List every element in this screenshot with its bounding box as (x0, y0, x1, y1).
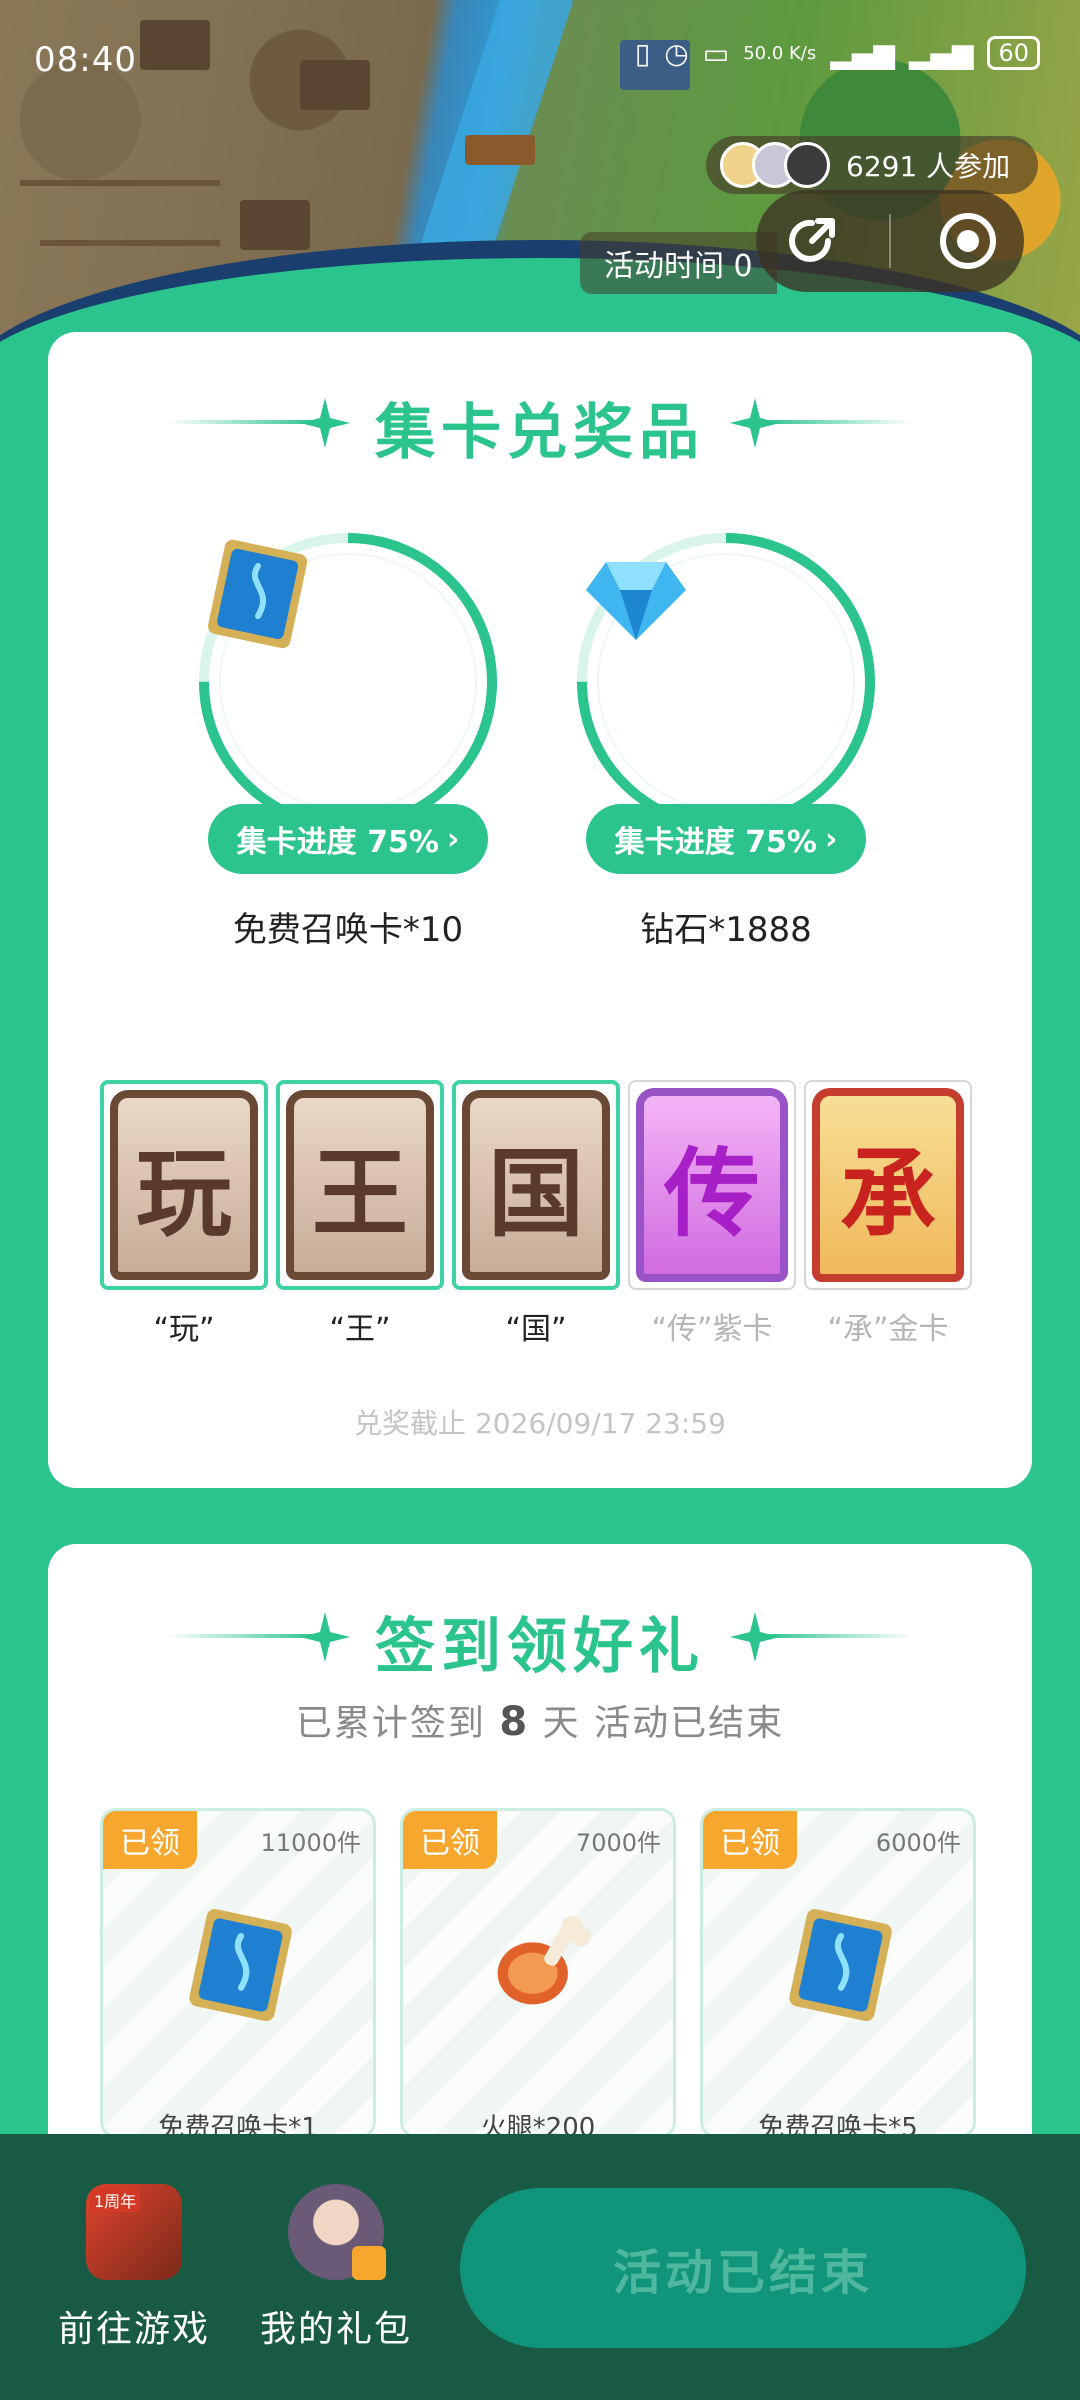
char-card-face: 国 (462, 1090, 610, 1280)
char-card-face: 王 (286, 1090, 434, 1280)
banner-hut (140, 20, 210, 70)
collect-card-section: 集卡兑奖品 集卡进度 75% › 免费召唤卡*10 集卡进度 75% › 钻石*… (48, 332, 1032, 1488)
progress-label: 集卡进度 75% (614, 825, 817, 860)
present-icon (352, 2246, 386, 2280)
my-gift-bag-label: 我的礼包 (259, 2309, 412, 2350)
activity-time[interactable]: 活动时间 0 (580, 232, 777, 294)
char-card-label: “玩” (153, 1312, 215, 1347)
my-gift-bag-button[interactable]: 我的礼包 (246, 2184, 426, 2352)
diamond-icon (586, 562, 686, 640)
char-card[interactable]: 玩 (100, 1080, 268, 1290)
signin-suffix: 天 活动已结束 (542, 1703, 785, 1744)
nfc-icon: ▯ (634, 36, 651, 70)
capsule-divider (889, 214, 891, 268)
signin-title: 签到领好礼 (375, 1612, 705, 1682)
go-to-game-label: 前往游戏 (57, 2309, 210, 2350)
signin-days: 8 (499, 1699, 530, 1745)
prize-name: 钻石*1888 (640, 910, 812, 950)
banner-fence (40, 240, 220, 246)
participant-avatars (720, 142, 830, 188)
chevron-right-icon: › (824, 821, 838, 857)
gift-stock: 11000件 (260, 1829, 361, 1857)
gift-item[interactable]: 已领 6000件 免费召唤卡*5 (700, 1808, 976, 2138)
char-card-label: “国” (505, 1312, 567, 1347)
avatar (784, 142, 830, 188)
char-card[interactable]: 国 (452, 1080, 620, 1290)
activity-ended-button[interactable]: 活动已结束 (460, 2188, 1026, 2348)
summon-card-icon (189, 1909, 292, 2022)
banner-fence (20, 180, 220, 186)
char-card-face: 承 (812, 1088, 964, 1282)
char-glyph: 国 (488, 1137, 584, 1250)
char-card-label: “承”金卡 (827, 1312, 949, 1347)
record-icon (940, 213, 996, 269)
progress-ring: 集卡进度 75% › (198, 532, 498, 874)
network-speed: 50.0 K/s (743, 42, 817, 64)
close-mini-program-button[interactable] (933, 206, 1003, 276)
signin-summary: 已累计签到 8 天 活动已结束 (48, 1694, 1032, 1746)
claimed-tag: 已领 (703, 1811, 797, 1869)
banner-bridge (465, 135, 535, 165)
participants-badge: 6291 人参加 (706, 136, 1039, 194)
game-app-icon: 1周年 (86, 2184, 182, 2280)
gift-stock: 6000件 (875, 1829, 961, 1857)
mini-program-capsule (756, 190, 1024, 292)
char-glyph: 传 (664, 1137, 760, 1250)
gift-stock: 7000件 (575, 1829, 661, 1857)
signal-icon: ▂▄▆ (830, 36, 895, 70)
chevron-right-icon: › (446, 821, 460, 857)
vibrate-icon: ▭ (702, 36, 730, 70)
char-glyph: 承 (840, 1137, 936, 1250)
collect-title: 集卡兑奖品 (375, 398, 705, 468)
char-card[interactable]: 承 (804, 1080, 972, 1290)
char-card-face: 玩 (110, 1090, 258, 1280)
prize-name: 免费召唤卡*10 (232, 910, 464, 950)
char-glyph: 王 (312, 1137, 408, 1250)
progress-label: 集卡进度 75% (236, 825, 439, 860)
char-card[interactable]: 传 (628, 1080, 796, 1290)
char-card[interactable]: 王 (276, 1080, 444, 1290)
bottom-action-bar: 1周年 前往游戏 我的礼包 活动已结束 (0, 2134, 1080, 2400)
summon-card-icon (208, 539, 308, 649)
banner-hut (300, 60, 370, 110)
claimed-tag: 已领 (103, 1811, 197, 1869)
progress-pill[interactable]: 集卡进度 75% › (586, 804, 866, 874)
char-glyph: 玩 (136, 1137, 232, 1250)
progress-ring: 集卡进度 75% › (576, 532, 876, 874)
char-card-label: “王” (329, 1312, 391, 1347)
signal-icon: ▂▄▆ (908, 36, 974, 70)
title-deco-line (762, 1634, 912, 1638)
anniversary-badge: 1周年 (90, 2188, 141, 2212)
gift-item[interactable]: 已领 7000件 火腿*200 (400, 1808, 676, 2138)
progress-pill[interactable]: 集卡进度 75% › (208, 804, 488, 874)
alarm-icon: ◷ (664, 36, 689, 70)
participants-count: 6291 人参加 (846, 150, 1011, 183)
gift-item[interactable]: 已领 11000件 免费召唤卡*1 (100, 1808, 376, 2138)
gift-bag-icon (288, 2184, 386, 2280)
ham-icon (497, 1915, 591, 2005)
redeem-deadline: 兑奖截止 2026/09/17 23:59 (354, 1407, 726, 1440)
signin-prefix: 已累计签到 (295, 1703, 486, 1744)
status-time: 08:40 (34, 40, 137, 80)
prize-item[interactable]: 集卡进度 75% › 钻石*1888 (576, 532, 876, 952)
prize-item[interactable]: 集卡进度 75% › 免费召唤卡*10 (198, 532, 498, 952)
status-icons: ▯ ◷ ▭ 50.0 K/s ▂▄▆ ▂▄▆ 60 (635, 36, 1040, 70)
share-icon (789, 218, 835, 262)
banner-hut (240, 200, 310, 250)
char-card-face: 传 (636, 1088, 788, 1282)
summon-card-icon (789, 1909, 892, 2022)
battery-icon: 60 (987, 36, 1040, 70)
claimed-tag: 已领 (403, 1811, 497, 1869)
char-card-label: “传”紫卡 (651, 1312, 773, 1347)
go-to-game-button[interactable]: 1周年 前往游戏 (44, 2184, 224, 2352)
share-button[interactable] (777, 206, 847, 276)
title-deco-line (762, 420, 912, 424)
